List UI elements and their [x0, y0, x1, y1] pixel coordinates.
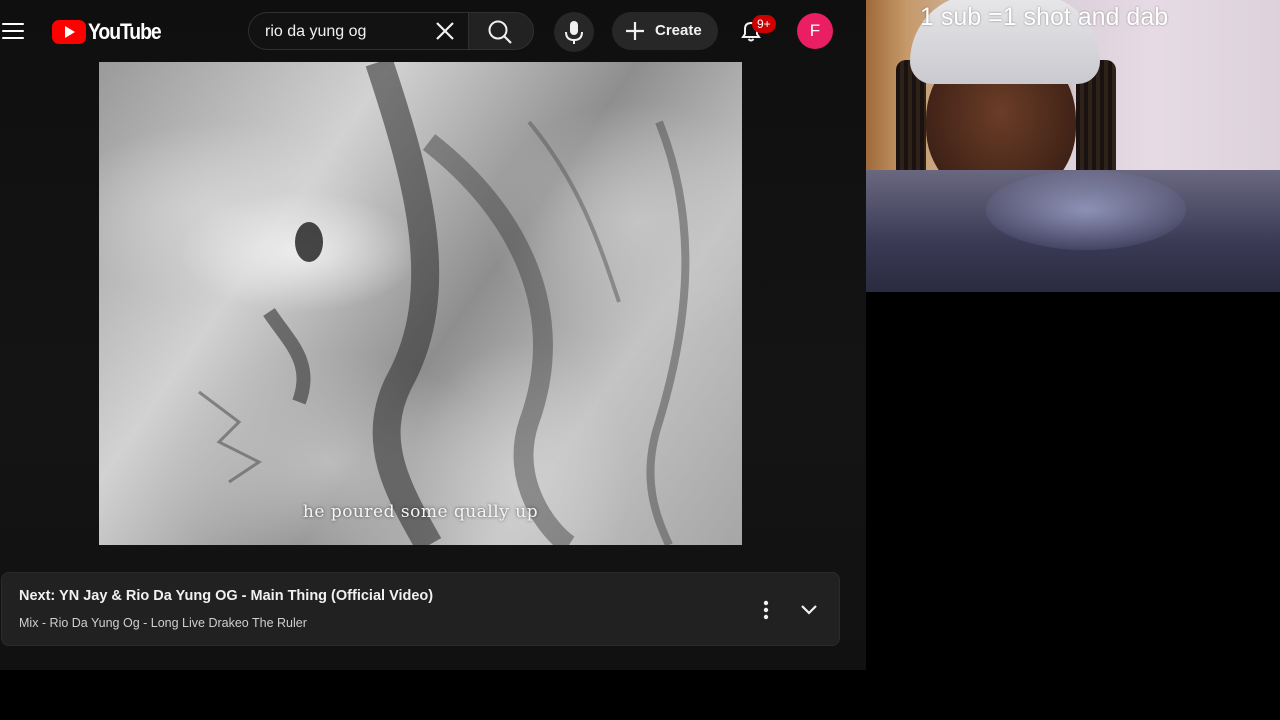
up-next-playlist: Mix - Rio Da Yung Og - Long Live Drakeo …	[19, 616, 307, 630]
up-next-title[interactable]: Next: YN Jay & Rio Da Yung OG - Main Thi…	[19, 588, 433, 604]
mic-icon	[565, 21, 583, 44]
video-player[interactable]: he poured some qually up	[99, 62, 742, 545]
close-icon[interactable]	[434, 20, 456, 42]
up-next-card[interactable]: Next: YN Jay & Rio Da Yung OG - Main Thi…	[1, 572, 840, 646]
chevron-down-icon[interactable]	[798, 599, 820, 621]
menu-icon[interactable]	[2, 21, 24, 41]
video-subtitle: he poured some qually up	[302, 502, 539, 522]
search-input[interactable]	[265, 21, 425, 43]
plus-icon	[626, 22, 644, 40]
create-button[interactable]: Create	[612, 12, 718, 50]
youtube-logo[interactable]: YouTube	[52, 18, 170, 46]
search-icon	[488, 20, 512, 44]
streamer-cup	[986, 170, 1186, 250]
create-label: Create	[655, 22, 702, 39]
webcam-overlay: 1 sub =1 shot and dab	[866, 0, 1280, 292]
logo-text: YouTube	[88, 19, 162, 44]
youtube-logo-icon	[52, 20, 86, 44]
stream-overlay-text: 1 sub =1 shot and dab	[920, 3, 1169, 31]
notification-badge: 9+	[752, 15, 776, 33]
avatar[interactable]: F	[797, 13, 833, 49]
video-frame-image	[198, 62, 690, 545]
masthead: YouTube Create	[0, 0, 866, 62]
youtube-panel: YouTube Create	[0, 0, 866, 670]
more-vert-icon[interactable]	[756, 599, 776, 621]
search-button[interactable]	[468, 12, 534, 50]
voice-search-button[interactable]	[554, 12, 594, 52]
